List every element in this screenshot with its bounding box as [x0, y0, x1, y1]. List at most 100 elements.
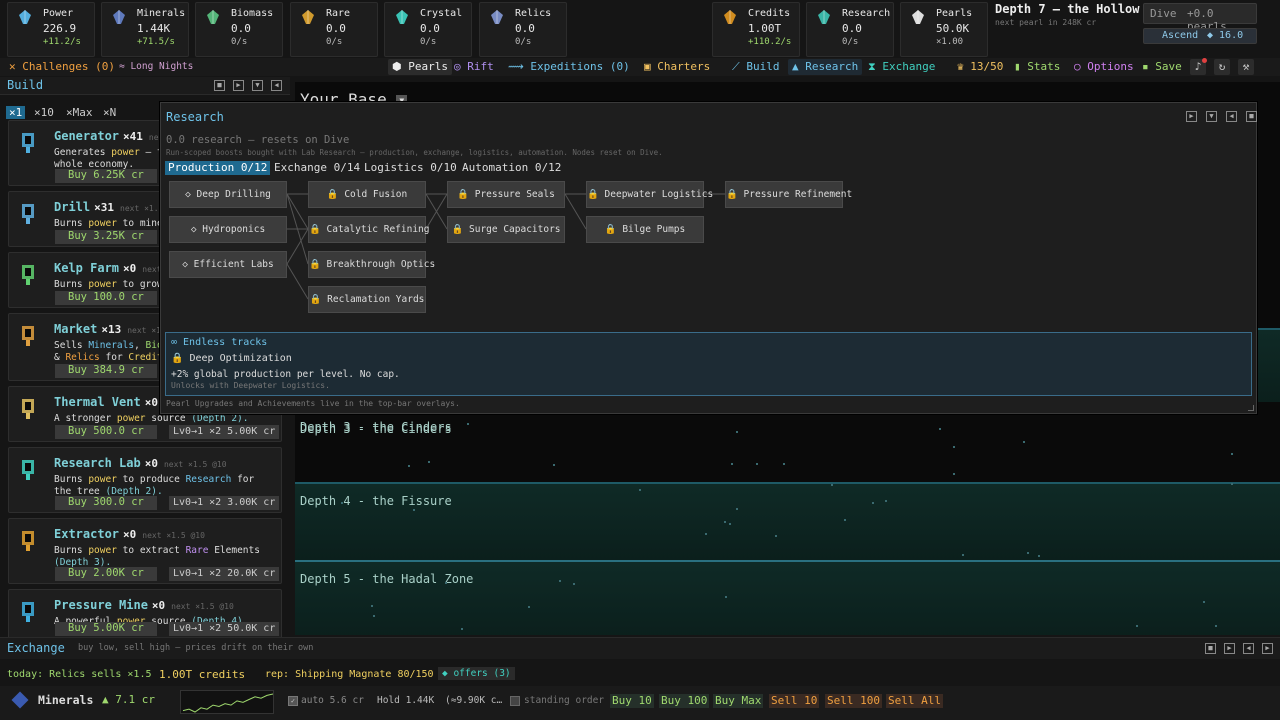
card-description-part: power: [116, 413, 146, 424]
research-left-icon[interactable]: ◀: [1226, 111, 1237, 122]
resource-rate: 0/s: [842, 37, 859, 47]
card-next: next ×1.5 @10: [142, 531, 205, 540]
endless-node-name[interactable]: 🔒 Deep Optimization: [171, 353, 292, 364]
rift-tab[interactable]: ◎ Rift: [450, 59, 498, 75]
buy-max-button[interactable]: Buy Max: [713, 694, 764, 708]
sell-all-button[interactable]: Sell All: [886, 694, 943, 708]
buy-10-button[interactable]: Buy 10: [610, 694, 654, 708]
sound-button[interactable]: ♪: [1190, 58, 1207, 75]
research-collapse-icon[interactable]: ▼: [1206, 111, 1217, 122]
research-node[interactable]: 🔒 Catalytic Refining: [308, 216, 430, 243]
stats-icon: ▮: [1014, 60, 1021, 73]
particle: [1231, 453, 1233, 455]
research-node[interactable]: 🔒 Surge Capacitors: [447, 216, 565, 243]
particle: [559, 580, 561, 582]
buy-button[interactable]: Buy 3.25K cr: [55, 230, 157, 244]
buy-button[interactable]: Buy 384.9 cr: [55, 364, 157, 378]
research-node[interactable]: 🔒 Bilge Pumps: [586, 216, 704, 243]
options-button[interactable]: ○ Options: [1070, 59, 1138, 75]
level-up-button[interactable]: Lv0→1 ×2 50.0K cr: [169, 622, 280, 636]
exchange-offers[interactable]: ◆ offers (3): [438, 667, 515, 680]
buy-button[interactable]: Buy 500.0 cr: [55, 425, 157, 439]
exchange-stop-icon[interactable]: ■: [1205, 643, 1216, 654]
ascend-label: Ascend: [1162, 30, 1199, 41]
dive-button[interactable]: Dive +0.0 pearls: [1143, 3, 1257, 33]
multiplier-1[interactable]: ×10: [31, 106, 57, 119]
buy-button[interactable]: Buy 6.25K cr: [55, 169, 157, 183]
game-app: { "resources_left":[ {"name":"Power","va…: [0, 0, 1280, 720]
exchange-play-icon[interactable]: ▶: [1224, 643, 1235, 654]
research-footer: Pearl Upgrades and Achievements live in …: [166, 399, 460, 408]
card-description-part: &: [54, 352, 66, 363]
auto-checkbox[interactable]: ✓: [288, 696, 298, 706]
exchange-today: today: Relics sells ×1.5: [7, 669, 152, 680]
buy-button[interactable]: Buy 2.00K cr: [55, 567, 157, 581]
exchange-tab[interactable]: ⧗ Exchange: [864, 59, 939, 75]
particle: [872, 502, 874, 504]
sell-100-button[interactable]: Sell 100: [825, 694, 882, 708]
card-name: Thermal Vent: [54, 395, 141, 409]
resource-name: Minerals: [137, 8, 186, 19]
endless-tracks-box: ∞ Endless tracks 🔒 Deep Optimization +2%…: [165, 332, 1252, 396]
standing-order-checkbox[interactable]: [510, 696, 520, 706]
particle: [1231, 483, 1233, 485]
panel-left-icon[interactable]: ◀: [271, 80, 282, 91]
pearls-tab[interactable]: ⬢ Pearls: [388, 59, 452, 75]
research-node[interactable]: ◇ Hydroponics: [169, 216, 287, 243]
resource-rate: 0/s: [326, 37, 343, 47]
multiplier-0[interactable]: ×1: [6, 106, 26, 119]
card-description-part: power: [88, 279, 117, 290]
research-node[interactable]: 🔒 Breakthrough Optics: [308, 251, 435, 278]
panel-collapse-icon[interactable]: ▼: [252, 80, 263, 91]
research-close-icon[interactable]: ■: [1246, 111, 1257, 122]
research-node[interactable]: 🔒 Reclamation Yards: [308, 286, 426, 313]
notification-dot: [1202, 58, 1207, 63]
research-tab[interactable]: ▲ Research: [788, 59, 863, 75]
resource-value: 1.44K: [137, 22, 171, 35]
particle: [1023, 441, 1025, 443]
panel-stop-icon[interactable]: ■: [214, 80, 225, 91]
research-node[interactable]: 🔒 Deepwater Logistics: [586, 181, 713, 208]
research-node[interactable]: 🔒 Pressure Refinement: [725, 181, 852, 208]
card-description-part: Minerals: [88, 340, 135, 351]
stats-button[interactable]: ▮ Stats: [1010, 59, 1064, 75]
charters-tab[interactable]: ▣ Charters: [640, 59, 714, 75]
panel-play-icon[interactable]: ▶: [233, 80, 244, 91]
relic-icon: [489, 9, 505, 25]
research-play-icon[interactable]: ▶: [1186, 111, 1197, 122]
reset-button[interactable]: ↻: [1214, 59, 1230, 75]
card-count: ×0: [151, 599, 166, 612]
sell-10-button[interactable]: Sell 10: [769, 694, 820, 708]
buy-button[interactable]: Buy 5.00K cr: [55, 622, 157, 636]
buy-button[interactable]: Buy 100.0 cr: [55, 291, 157, 305]
buy-button[interactable]: Buy 300.0 cr: [55, 496, 157, 510]
resize-handle[interactable]: [1248, 405, 1254, 411]
multiplier-2[interactable]: ×Max: [63, 106, 96, 119]
achievements-button[interactable]: ♛ 13/50: [953, 59, 1007, 75]
research-node[interactable]: 🔒 Cold Fusion: [308, 181, 426, 208]
level-up-button[interactable]: Lv0→1 ×2 3.00K cr: [169, 496, 280, 510]
multiplier-3[interactable]: ×N: [100, 106, 119, 119]
save-icon: ▪: [1142, 60, 1149, 73]
save-button[interactable]: ▪ Save: [1138, 59, 1186, 75]
level-up-button[interactable]: Lv0→1 ×2 20.0K cr: [169, 567, 280, 581]
resource-value: 0.0: [420, 22, 440, 35]
depth-title: Depth 7 — the Hollow: [995, 2, 1140, 16]
exchange-left-icon[interactable]: ◀: [1243, 643, 1254, 654]
research-node[interactable]: ◇ Deep Drilling: [169, 181, 287, 208]
expeditions-tab[interactable]: ⟿ Expeditions (0): [504, 59, 634, 75]
ascend-button[interactable]: Ascend ◆ 16.0: [1143, 28, 1257, 44]
research-node[interactable]: ◇ Efficient Labs: [169, 251, 287, 278]
exchange-right-icon[interactable]: ▶: [1262, 643, 1273, 654]
particle: [528, 606, 530, 608]
wrench-button[interactable]: ⚒: [1238, 59, 1254, 75]
card-title: Extractor ×0 next ×1.5 @10: [54, 527, 205, 541]
buy-100-button[interactable]: Buy 100: [659, 694, 710, 708]
research-node[interactable]: 🔒 Pressure Seals: [447, 181, 565, 208]
level-up-button[interactable]: Lv0→1 ×2 5.00K cr: [169, 425, 280, 439]
build-tab[interactable]: ⟋ Build: [728, 59, 783, 75]
price-sparkline: [180, 690, 274, 714]
challenges-button[interactable]: ✕ Challenges (0): [5, 59, 119, 75]
particle: [1203, 601, 1205, 603]
pressure-mine-icon: [19, 600, 37, 624]
